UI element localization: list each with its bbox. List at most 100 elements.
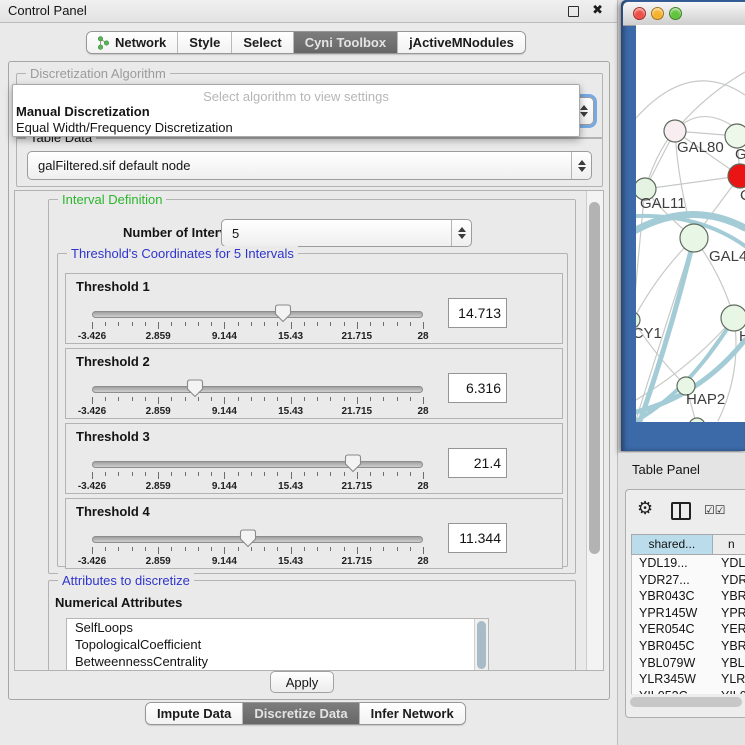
numerical-attributes-list[interactable]: SelfLoopsTopologicalCoefficientBetweenne… (66, 618, 489, 671)
threshold-slider[interactable]: -3.4262.8599.14415.4321.71528 (92, 304, 423, 342)
column-header-shared[interactable]: shared... (632, 535, 713, 554)
network-edge[interactable] (636, 81, 745, 118)
tick-mark (277, 547, 278, 551)
tick-label: 9.144 (212, 406, 237, 417)
tab-cyni-toolbox[interactable]: Cyni Toolbox (293, 32, 397, 53)
tab-label: Select (243, 35, 281, 50)
table-row[interactable]: YBR045CYBR0 (632, 638, 745, 655)
scrollbar-thumb[interactable] (589, 202, 600, 554)
tick-mark (330, 322, 331, 326)
apply-button[interactable]: Apply (270, 671, 334, 693)
network-node[interactable] (680, 224, 708, 252)
tick-mark (198, 322, 199, 326)
slider-thumb[interactable] (239, 529, 257, 548)
num-intervals-combobox[interactable]: 5 (221, 219, 472, 247)
tab-impute-data[interactable]: Impute Data (146, 703, 242, 724)
slider-tick-labels: -3.4262.8599.14415.4321.71528 (92, 331, 423, 342)
tab-infer-network[interactable]: Infer Network (359, 703, 465, 724)
table-hscrollbar[interactable] (630, 696, 745, 708)
tab-label: Style (189, 35, 220, 50)
threshold-value-field[interactable]: 14.713 (448, 298, 507, 328)
table-row[interactable]: YDR27...YDR2 (632, 572, 745, 589)
column-header-name[interactable]: n (713, 535, 745, 554)
float-window-icon[interactable] (568, 6, 579, 17)
tick-mark (132, 322, 133, 326)
list-item[interactable]: BetweennessCentrality (67, 653, 488, 670)
table-row[interactable]: YER054CYER0 (632, 621, 745, 638)
mac-close-button[interactable] (633, 7, 646, 20)
tick-label: 28 (417, 481, 428, 492)
tick-mark (145, 322, 146, 326)
dropdown-option-manual-discretization[interactable]: Manual Discretization (16, 104, 150, 119)
checkbox-columns-icon[interactable]: ☑☑ (704, 503, 726, 517)
mac-minimize-button[interactable] (651, 7, 664, 20)
tick-mark (291, 547, 292, 554)
cell-shared-name: YDL19... (632, 555, 714, 572)
tab-label: Network (115, 35, 166, 50)
slider-thumb[interactable] (344, 454, 362, 473)
table-header-row: shared... n (631, 534, 745, 555)
threshold-slider[interactable]: -3.4262.8599.14415.4321.71528 (92, 454, 423, 492)
settings-scrollpane: Interval Definition Number of Intervals … (14, 190, 604, 671)
cell-name: YBR0 (714, 588, 745, 605)
network-node[interactable] (725, 124, 745, 148)
group-title: Attributes to discretize (58, 573, 194, 588)
split-view-icon[interactable] (671, 502, 691, 520)
tick-mark (370, 547, 371, 551)
tick-mark (383, 547, 384, 551)
tab-discretize-data[interactable]: Discretize Data (242, 703, 358, 724)
tick-mark (132, 472, 133, 476)
list-item[interactable]: TopologicalCoefficient (67, 636, 488, 653)
slider-thumb[interactable] (274, 304, 292, 323)
table-row[interactable]: YLR345WYLR3 (632, 671, 745, 688)
tick-mark (171, 472, 172, 476)
tick-label: -3.426 (78, 331, 106, 342)
threshold-slider[interactable]: -3.4262.8599.14415.4321.71528 (92, 379, 423, 417)
tab-jactivemnodules[interactable]: jActiveMNodules (397, 32, 525, 53)
table-row[interactable]: YBL079WYBL0 (632, 655, 745, 672)
tab-style[interactable]: Style (177, 32, 231, 53)
scrollbar-thumb[interactable] (630, 697, 742, 707)
control-panel-titlebar: Control Panel ✖ (0, 0, 617, 23)
attributes-scrollbar[interactable] (474, 619, 488, 671)
threshold-value-field[interactable]: 11.344 (448, 523, 507, 553)
tick-label: 2.859 (146, 556, 171, 567)
slider-track (92, 461, 423, 468)
tick-mark (238, 472, 239, 476)
threshold-value-field[interactable]: 6.316 (448, 373, 507, 403)
top-tab-bar: Network Style Select Cyni ToolboxjActiveMNo… (86, 31, 526, 54)
combo-value: 5 (222, 226, 451, 241)
slider-thumb[interactable] (186, 379, 204, 398)
tick-mark (383, 472, 384, 476)
dropdown-option-equal-width-frequency[interactable]: Equal Width/Frequency Discretization (16, 120, 233, 135)
cell-shared-name: YPR145W (632, 605, 714, 622)
close-icon[interactable]: ✖ (592, 2, 603, 18)
table-row[interactable]: YIL052CYIL0 (632, 688, 745, 694)
list-item[interactable]: SelfLoops (67, 619, 488, 636)
network-canvas[interactable]: GAL80GCGAL11GAL4GCY1HHAP2 (636, 25, 745, 422)
tab-select[interactable]: Select (231, 32, 292, 53)
tick-mark (410, 397, 411, 401)
network-edge[interactable] (645, 176, 740, 189)
network-node[interactable] (728, 164, 745, 188)
bottom-tab-bar: Impute DataDiscretize DataInfer Network (145, 702, 466, 725)
table-row[interactable]: YPR145WYPR1 (632, 605, 745, 622)
settings-scrollbar[interactable] (586, 191, 603, 670)
mac-zoom-button[interactable] (669, 7, 682, 20)
tick-mark (304, 472, 305, 476)
tick-mark (238, 322, 239, 326)
table-row[interactable]: YDL19...YDL1 (632, 555, 745, 572)
network-node[interactable] (689, 418, 705, 422)
threshold-value-field[interactable]: 21.4 (448, 448, 507, 478)
threshold-slider[interactable]: -3.4262.8599.14415.4321.71528 (92, 529, 423, 567)
cyni-settings-panel: Discretization Algorithm Table Data galF… (8, 61, 610, 700)
gear-icon[interactable]: ⚙ (637, 498, 653, 519)
tick-label: 21.715 (342, 331, 373, 342)
table-row[interactable]: YBR043CYBR0 (632, 588, 745, 605)
table-data-combobox[interactable]: galFiltered.sif default node (27, 151, 592, 180)
scrollbar-thumb[interactable] (477, 621, 486, 669)
tick-mark (132, 397, 133, 401)
tick-mark (330, 547, 331, 551)
tick-mark (158, 322, 159, 329)
tab-network[interactable]: Network (87, 32, 177, 53)
